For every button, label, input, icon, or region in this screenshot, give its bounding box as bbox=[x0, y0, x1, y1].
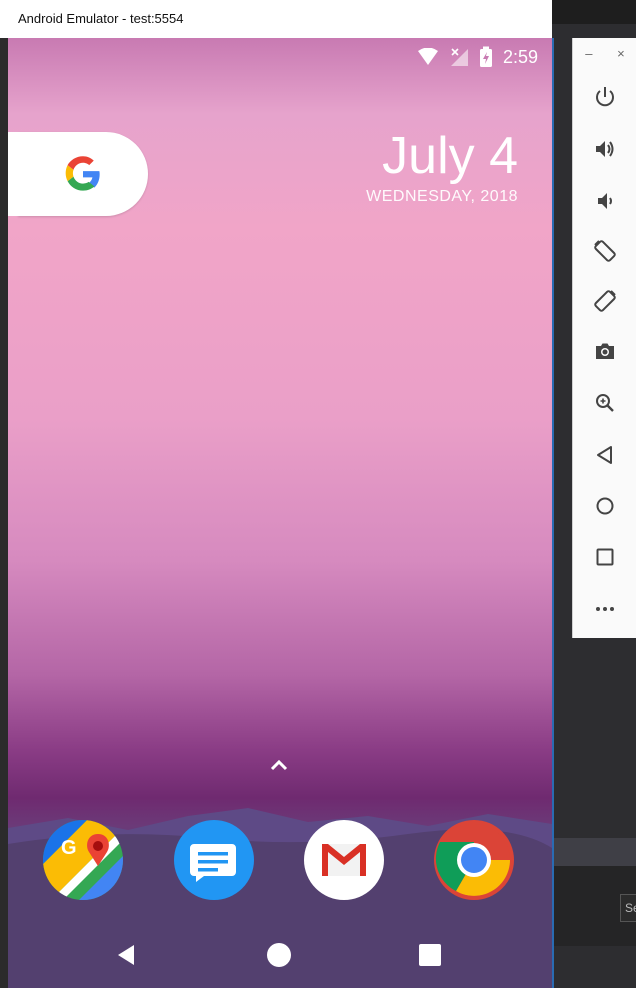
messages-icon bbox=[174, 820, 254, 900]
volume-down-icon bbox=[598, 193, 612, 209]
back-icon bbox=[597, 446, 612, 464]
navigation-bar bbox=[8, 918, 552, 988]
more-button[interactable] bbox=[589, 593, 621, 625]
status-time: 2:59 bbox=[502, 46, 538, 67]
rotate-left-icon bbox=[594, 240, 616, 262]
back-icon[interactable] bbox=[114, 943, 138, 967]
no-signal-icon bbox=[450, 48, 468, 66]
recents-icon[interactable] bbox=[419, 944, 441, 966]
date-weekday-year: WEDNESDAY, 2018 bbox=[366, 188, 518, 205]
svg-text:G: G bbox=[61, 837, 77, 859]
emulator-toolbar: – × bbox=[572, 38, 636, 638]
dock-app-messages[interactable] bbox=[174, 820, 254, 900]
power-icon bbox=[596, 87, 614, 107]
volume-down-button[interactable] bbox=[589, 185, 621, 217]
home-icon bbox=[596, 497, 614, 515]
status-bar: 2:59 bbox=[417, 46, 538, 68]
google-search-widget[interactable] bbox=[8, 132, 148, 216]
toolbar-window-controls: – × bbox=[573, 46, 636, 62]
zoom-button[interactable] bbox=[589, 387, 621, 419]
overview-button[interactable] bbox=[589, 541, 621, 573]
google-g-icon bbox=[65, 156, 100, 191]
home-button[interactable] bbox=[589, 490, 621, 522]
chevron-up-icon[interactable] bbox=[267, 753, 291, 777]
google-maps-icon: G bbox=[43, 820, 123, 900]
zoom-icon bbox=[596, 394, 614, 412]
dock: G bbox=[8, 820, 552, 904]
dock-app-gmail[interactable] bbox=[304, 820, 384, 900]
battery-charging-icon bbox=[479, 46, 492, 67]
back-button[interactable] bbox=[589, 439, 621, 471]
power-button[interactable] bbox=[589, 81, 621, 113]
minimize-button[interactable]: – bbox=[585, 46, 592, 62]
date-widget[interactable]: July 4 WEDNESDAY, 2018 bbox=[366, 128, 518, 206]
phone-screen[interactable]: 2:59 July 4 WEDNESDAY, 2018 G bbox=[8, 38, 554, 988]
more-icon bbox=[596, 607, 614, 611]
home-icon[interactable] bbox=[266, 942, 292, 968]
gmail-icon bbox=[304, 820, 384, 900]
volume-up-button[interactable] bbox=[589, 133, 621, 165]
dock-app-chrome[interactable] bbox=[434, 820, 514, 900]
close-button[interactable]: × bbox=[617, 46, 625, 62]
window-title: Android Emulator - test:5554 bbox=[18, 11, 184, 26]
rotate-right-icon bbox=[594, 290, 616, 312]
camera-icon bbox=[596, 343, 614, 359]
host-band bbox=[552, 0, 636, 24]
chrome-icon bbox=[434, 820, 514, 900]
host-partial-label: Se bbox=[625, 901, 636, 915]
host-band bbox=[552, 838, 636, 866]
wifi-icon bbox=[417, 48, 438, 65]
host-partial-control[interactable]: Se bbox=[620, 894, 636, 922]
window-titlebar: Android Emulator - test:5554 bbox=[0, 0, 552, 38]
rotate-right-button[interactable] bbox=[589, 285, 621, 317]
date-day: July 4 bbox=[382, 127, 518, 185]
volume-up-icon bbox=[596, 141, 614, 157]
screenshot-button[interactable] bbox=[589, 335, 621, 367]
dock-app-maps[interactable]: G bbox=[43, 820, 123, 900]
rotate-left-button[interactable] bbox=[589, 235, 621, 267]
overview-icon bbox=[596, 548, 614, 566]
